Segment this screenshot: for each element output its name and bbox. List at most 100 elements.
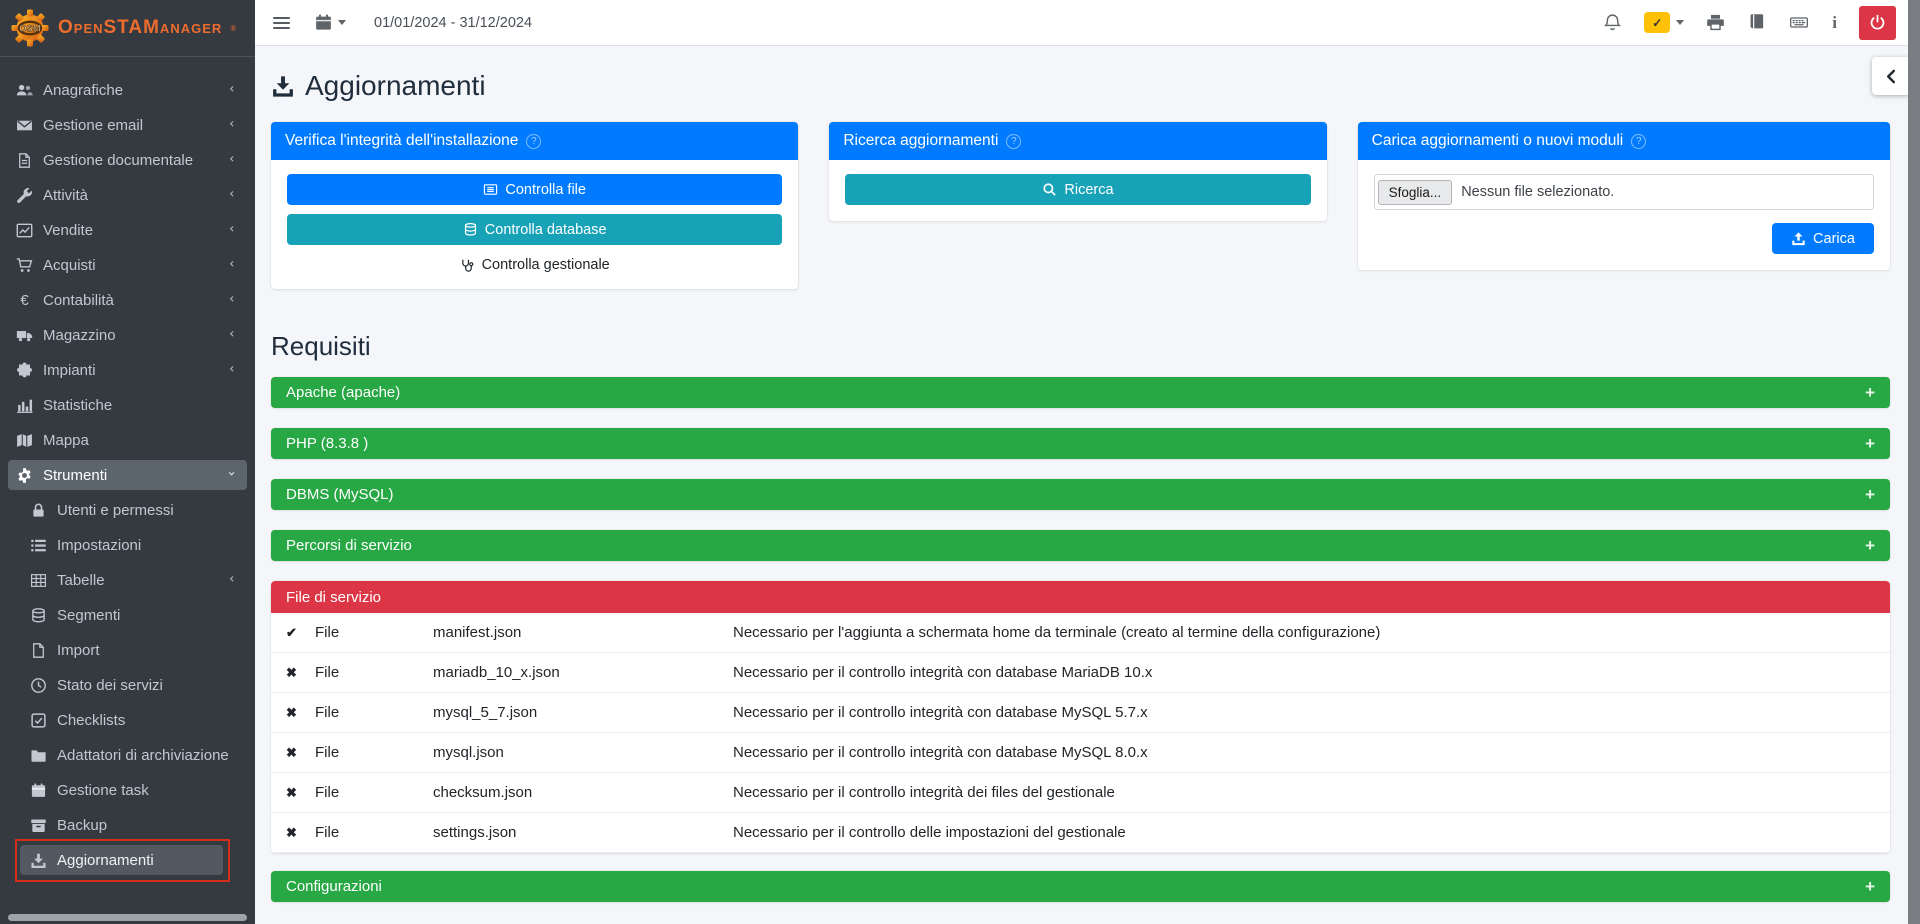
sidebar-item-backup[interactable]: Backup (8, 810, 247, 840)
file-name: mysql.json (433, 744, 504, 761)
check-files-button[interactable]: Controlla file (287, 174, 783, 205)
panel-verify-integrity: Verifica l'integrità dell'installazione … (271, 122, 799, 289)
map-icon (16, 432, 33, 449)
brand-name: OpenSTAManager (58, 17, 223, 38)
print-icon[interactable] (1706, 13, 1725, 32)
file-input-placeholder: Nessun file selezionato. (1461, 184, 1615, 200)
times-icon: ✖ (286, 704, 297, 720)
list-alt-icon (483, 182, 498, 197)
check-icon: ✔ (286, 624, 297, 640)
date-range[interactable]: 01/01/2024 - 31/12/2024 (374, 15, 532, 31)
sidebar-item-label: Impianti (43, 361, 96, 379)
lock-icon (30, 502, 47, 519)
file-type: File (315, 704, 340, 721)
sidebar-item-gestione-task[interactable]: Gestione task (8, 775, 247, 805)
sidebar-item-aggiornamenti[interactable]: Aggiornamenti (15, 839, 230, 882)
help-icon[interactable]: ? (1631, 133, 1647, 149)
chevron-left-icon (228, 85, 239, 96)
sidebar-item-impostazioni[interactable]: Impostazioni (8, 530, 247, 560)
calendar-dropdown[interactable] (314, 13, 346, 32)
service-file-row: ✖ File checksum.json Necessario per il cont… (271, 773, 1890, 813)
list-icon (30, 537, 47, 554)
section-dbms-mysql[interactable]: DBMS (MySQL) + (271, 479, 1890, 510)
vertical-scrollbar[interactable] (1908, 0, 1920, 924)
sidebar-item-label: Statistiche (43, 396, 113, 414)
plus-icon: + (1865, 535, 1875, 555)
search-updates-button[interactable]: Ricerca (845, 174, 1311, 205)
sidebar-item-strumenti[interactable]: Strumenti (8, 460, 247, 490)
sidebar-item-tabelle[interactable]: Tabelle (8, 565, 247, 595)
times-icon: ✖ (286, 784, 297, 800)
sidebar-item-label: Acquisti (43, 256, 96, 274)
section-label: Configurazioni (286, 878, 382, 895)
sidebar-item-label: Impostazioni (57, 536, 142, 554)
sidebar-item-gestione-documentale[interactable]: Gestione documentale (8, 145, 247, 175)
sidebar-item-magazzino[interactable]: Magazzino (8, 320, 247, 350)
sidebar-item-label: Tabelle (57, 571, 105, 589)
sidebar-item-label: Checklists (57, 711, 126, 729)
sidebar-item-adattatori-di-archiviazione[interactable]: Adattatori di archiviazione (8, 740, 247, 770)
status-dropdown[interactable]: ✓ (1644, 12, 1685, 33)
file-type: File (315, 824, 340, 841)
section-label: PHP (8.3.8 ) (286, 435, 369, 452)
sidebar-item-stato-dei-servizi[interactable]: Stato dei servizi (8, 670, 247, 700)
file-icon (30, 642, 47, 659)
sidebar-item-anagrafiche[interactable]: Anagrafiche (8, 75, 247, 105)
keyboard-shortcuts-icon[interactable] (1788, 13, 1810, 32)
help-icon[interactable]: ? (526, 133, 542, 149)
sidebar-item-vendite[interactable]: Vendite (8, 215, 247, 245)
docs-book-icon[interactable] (1747, 13, 1766, 32)
file-name: mariadb_10_x.json (433, 664, 560, 681)
service-file-row: ✖ File mysql_5_7.json Necessario per il con… (271, 693, 1890, 733)
sidebar-item-label: Aggiornamenti (57, 851, 154, 869)
logout-power-button[interactable] (1859, 5, 1896, 40)
truck-icon (16, 327, 33, 344)
bar-chart-icon (16, 397, 33, 414)
service-file-row: ✔ File manifest.json Necessario per l'aggiu… (271, 613, 1890, 653)
page-title: Aggiornamenti (271, 70, 1890, 102)
section-percorsi-di-servizio[interactable]: Percorsi di servizio + (271, 530, 1890, 561)
sidebar-item-contabilit[interactable]: € Contabilità (8, 285, 247, 315)
sidebar-item-statistiche[interactable]: Statistiche (8, 390, 247, 420)
panel-search-title: Ricerca aggiornamenti (843, 132, 999, 149)
help-icon[interactable]: ? (1006, 133, 1022, 149)
download-icon (30, 852, 47, 869)
sidebar-item-impianti[interactable]: Impianti (8, 355, 247, 385)
file-input[interactable]: Sfoglia... Nessun file selezionato. (1373, 174, 1874, 210)
notifications-bell-icon[interactable] (1603, 13, 1622, 32)
sidebar-item-utenti-e-permessi[interactable]: Utenti e permessi (8, 495, 247, 525)
file-name: manifest.json (433, 624, 522, 641)
sidebar-item-gestione-email[interactable]: Gestione email (8, 110, 247, 140)
plus-icon: + (1865, 484, 1875, 504)
panel-verify-title: Verifica l'integrità dell'installazione (285, 132, 519, 149)
chevron-left-icon (228, 330, 239, 341)
info-icon[interactable]: i (1832, 13, 1837, 33)
upload-button[interactable]: Carica (1772, 223, 1874, 254)
panel-search-header: Ricerca aggiornamenti ? (829, 122, 1327, 160)
sidebar-item-segmenti[interactable]: Segmenti (8, 600, 247, 630)
sidebar-horizontal-scrollbar[interactable] (8, 914, 247, 921)
section-php-8-3-8[interactable]: PHP (8.3.8 ) + (271, 428, 1890, 459)
sidebar-item-checklists[interactable]: Checklists (8, 705, 247, 735)
brand[interactable]: OSM OpenSTAManager ® (0, 0, 255, 57)
file-description: Necessario per il controllo integrità co… (733, 744, 1148, 761)
sidebar-item-acquisti[interactable]: Acquisti (8, 250, 247, 280)
table-icon (30, 572, 47, 589)
section-apache-apache[interactable]: Apache (apache) + (271, 377, 1890, 408)
stethoscope-icon (460, 258, 475, 273)
brand-gear-logo-icon: OSM (10, 8, 50, 48)
section-label: DBMS (MySQL) (286, 486, 394, 503)
browse-button[interactable]: Sfoglia... (1377, 179, 1453, 205)
check-gestionale-link[interactable]: Controlla gestionale (287, 257, 782, 273)
menu-toggle-icon[interactable] (273, 16, 290, 29)
sidebar-item-import[interactable]: Import (8, 635, 247, 665)
check-database-button[interactable]: Controlla database (287, 214, 783, 245)
requirements-heading: Requisiti (271, 331, 371, 361)
sidebar-item-attivit[interactable]: Attività (8, 180, 247, 210)
chevron-left-icon (228, 190, 239, 201)
sidebar-item-mappa[interactable]: Mappa (8, 425, 247, 455)
collapse-panel-button[interactable] (1872, 57, 1910, 95)
status-check-badge[interactable]: ✓ (1644, 12, 1671, 33)
file-type: File (315, 744, 340, 761)
section-configurazioni[interactable]: Configurazioni + (271, 871, 1890, 902)
